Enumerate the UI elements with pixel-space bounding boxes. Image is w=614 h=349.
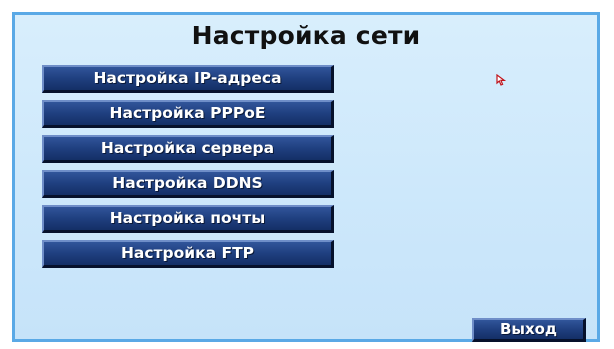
- pppoe-settings-button[interactable]: Настройка PPPoE: [42, 100, 334, 128]
- ddns-settings-button[interactable]: Настройка DDNS: [42, 170, 334, 198]
- network-settings-panel: Настройка сети Настройка IP-адреса Настр…: [12, 12, 600, 342]
- mouse-pointer-icon: [496, 74, 507, 86]
- exit-button[interactable]: Выход: [472, 318, 586, 342]
- mail-settings-button[interactable]: Настройка почты: [42, 205, 334, 233]
- page-title: Настройка сети: [191, 21, 421, 50]
- server-settings-button[interactable]: Настройка сервера: [42, 135, 334, 163]
- ftp-settings-button[interactable]: Настройка FTP: [42, 240, 334, 268]
- screen: Настройка сети Настройка IP-адреса Настр…: [0, 0, 614, 349]
- ip-address-settings-button[interactable]: Настройка IP-адреса: [42, 65, 334, 93]
